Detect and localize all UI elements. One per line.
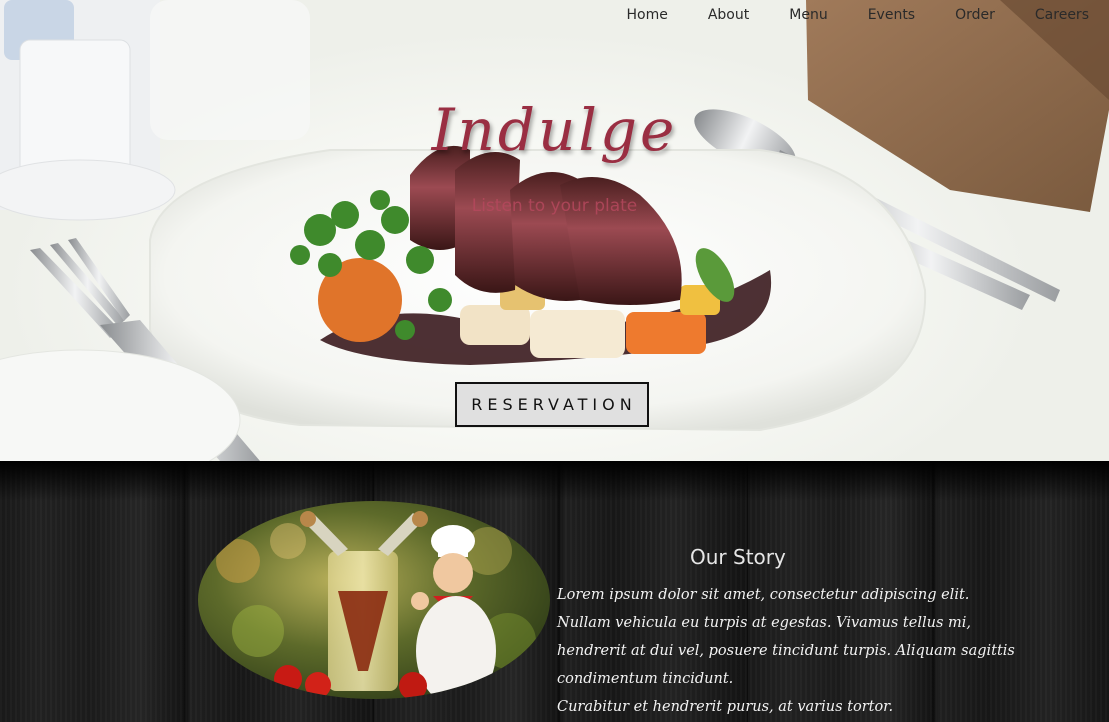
story-line: hendrerit at dui vel, posuere tincidunt … [557, 643, 1015, 659]
reservation-button[interactable]: RESERVATION [455, 382, 649, 427]
our-story-section: Our Story Lorem ipsum dolor sit amet, co… [0, 461, 1109, 722]
nav-item-order[interactable]: Order [935, 7, 1015, 23]
hero-section: Home About Menu Events Order Careers Ind… [0, 0, 1109, 461]
nav-item-home[interactable]: Home [627, 7, 688, 23]
main-nav: Home About Menu Events Order Careers [627, 5, 1109, 25]
hero-title: Indulge [431, 96, 678, 164]
story-line: Curabitur et hendrerit purus, at varius … [557, 699, 894, 715]
nav-item-careers[interactable]: Careers [1015, 7, 1109, 23]
story-body: Lorem ipsum dolor sit amet, consectetur … [557, 581, 1077, 721]
nav-item-about[interactable]: About [688, 7, 769, 23]
nav-item-menu[interactable]: Menu [769, 7, 847, 23]
story-chef-image [198, 501, 550, 699]
story-line: Nullam vehicula eu turpis at egestas. Vi… [557, 615, 971, 631]
section-divider-shadow [0, 461, 1109, 501]
story-title: Our Story [690, 544, 786, 569]
story-line: Lorem ipsum dolor sit amet, consectetur … [557, 587, 970, 603]
hero-subtitle: Listen to your plate [471, 196, 638, 216]
nav-item-events[interactable]: Events [848, 7, 935, 23]
story-line: condimentum tincidunt. [557, 671, 734, 687]
